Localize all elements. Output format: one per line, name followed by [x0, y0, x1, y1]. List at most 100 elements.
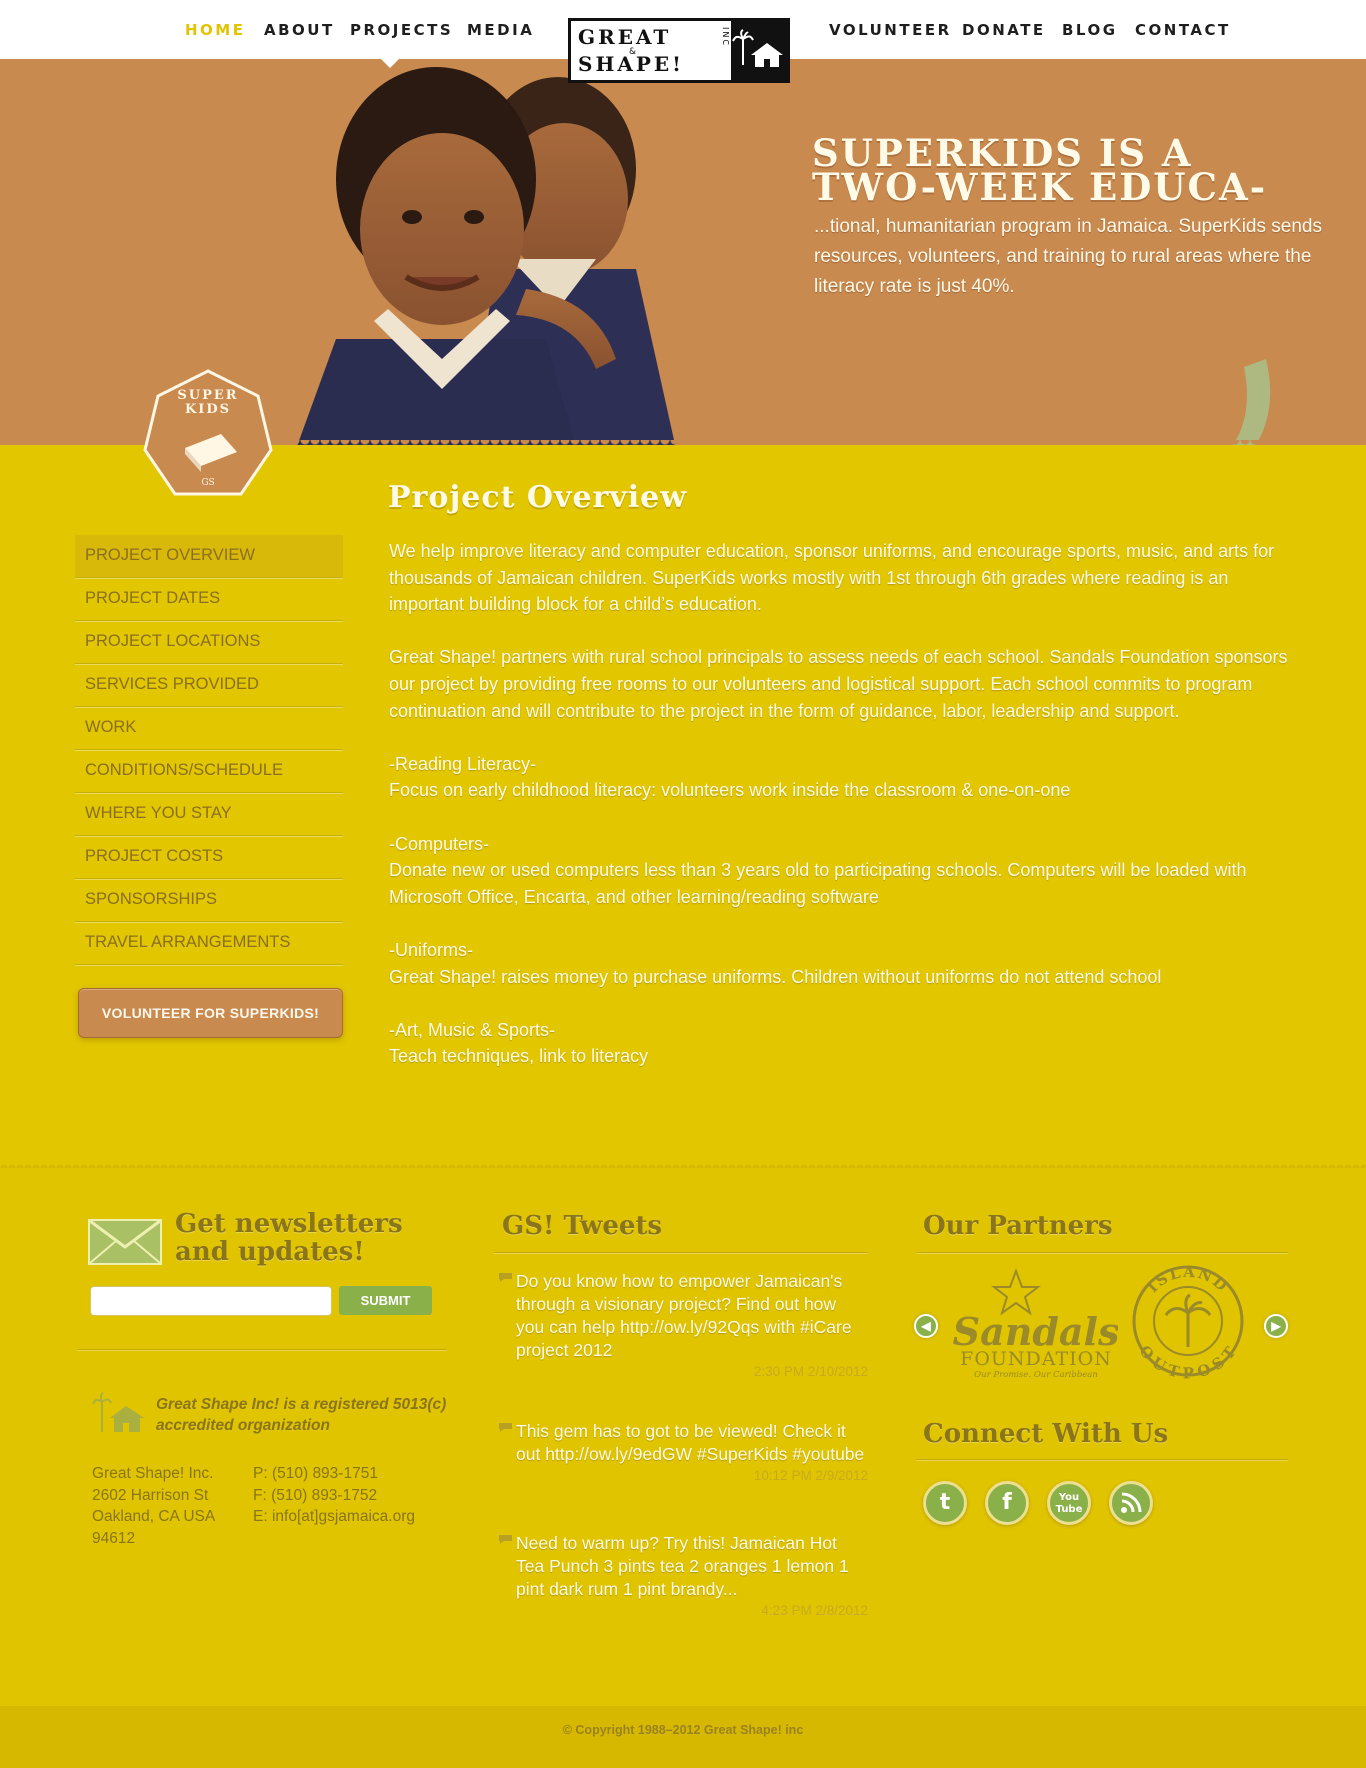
svg-text:ISLAND: ISLAND — [1143, 1263, 1232, 1296]
tweet-text[interactable]: Need to warm up? Try this! Jamaican Hot … — [516, 1532, 868, 1601]
sidebar-item-work[interactable]: WORK — [75, 707, 343, 750]
speech-bubble-icon — [499, 1273, 512, 1282]
rss-glyph — [1121, 1492, 1142, 1513]
footer-separator — [0, 1160, 1366, 1168]
sidebar-item-where-you-stay[interactable]: WHERE YOU STAY — [75, 793, 343, 836]
newsletter-title-line-1: Get newsletters — [175, 1209, 403, 1239]
logo-word-great: GREAT — [578, 25, 672, 49]
address-line: 94612 — [92, 1529, 136, 1547]
badge-line-1: SUPER — [177, 388, 239, 403]
nav-home[interactable]: HOME — [185, 21, 245, 39]
page-title: Project Overview — [388, 480, 688, 515]
registered-org-note: Great Shape Inc! is a registered 5013(c)… — [156, 1396, 447, 1434]
tweets-title: GS! Tweets — [502, 1211, 663, 1241]
tweet-text[interactable]: This gem has to got to be viewed! Check … — [516, 1420, 868, 1466]
svg-text:GS: GS — [201, 478, 214, 488]
newsletter-divider — [77, 1349, 447, 1350]
newsletter-submit-button[interactable]: SUBMIT — [339, 1286, 432, 1315]
contact-numbers: P: (510) 893-1751 F: (510) 893-1752 E: i… — [253, 1463, 415, 1528]
site-logo[interactable]: GREAT & SHAPE! INC — [568, 18, 790, 83]
hero-title-line-2: TWO-WEEK EDUCA- — [812, 165, 1268, 209]
connect-divider — [916, 1459, 1288, 1460]
tweet-item: Need to warm up? Try this! Jamaican Hot … — [499, 1532, 868, 1618]
superkids-badge: GS SUPER KIDS — [141, 368, 275, 502]
hero-text: ...tional, humanitarian program in Jamai… — [814, 216, 1322, 297]
address-line: Great Shape! Inc. — [92, 1465, 214, 1482]
section-heading: -Computers- — [389, 833, 490, 854]
house-palm-icon — [732, 29, 783, 67]
tweet-timestamp: 10:12 PM 2/9/2012 — [753, 1468, 868, 1483]
tweet-timestamp: 4:23 PM 2/8/2012 — [761, 1603, 868, 1618]
children-photo — [297, 67, 676, 445]
sidebar-item-services-provided[interactable]: SERVICES PROVIDED — [75, 664, 343, 707]
sidebar-item-project-costs[interactable]: PROJECT COSTS — [75, 836, 343, 879]
sidebar-item-project-dates[interactable]: PROJECT DATES — [75, 578, 343, 621]
speech-bubble-icon — [499, 1423, 512, 1432]
palm-tree-icon — [1164, 1293, 1212, 1347]
phone-number: P: (510) 893-1751 — [253, 1465, 378, 1482]
youtube-icon[interactable]: You Tube — [1047, 1481, 1091, 1525]
section-text: Great Shape! raises money to purchase un… — [389, 966, 1162, 987]
section-heading: -Reading Literacy- — [389, 753, 537, 774]
logo-word-shape: SHAPE! — [578, 52, 684, 76]
email-address[interactable]: E: info[at]gsjamaica.org — [253, 1506, 415, 1528]
section-reading-literacy: -Reading Literacy- Focus on early childh… — [389, 751, 1289, 804]
main-content: We help improve literacy and computer ed… — [389, 538, 1289, 1096]
tweet-timestamp: 2:30 PM 2/10/2012 — [753, 1364, 868, 1379]
sandals-foundation-logo[interactable]: Sandals FOUNDATION Our Promise. Our Cari… — [952, 1265, 1118, 1380]
twitter-icon[interactable]: t — [923, 1481, 967, 1525]
overview-paragraph-2: Great Shape! partners with rural school … — [389, 647, 1288, 721]
nav-media[interactable]: MEDIA — [467, 21, 534, 39]
svg-text:Our Promise. Our Caribbean: Our Promise. Our Caribbean — [974, 1370, 1098, 1380]
connect-title: Connect With Us — [923, 1419, 1169, 1449]
sidebar-item-project-overview[interactable]: PROJECT OVERVIEW — [75, 535, 343, 578]
section-art-music-sports: -Art, Music & Sports- Teach techniques, … — [389, 1017, 1289, 1070]
svg-text:FOUNDATION: FOUNDATION — [960, 1348, 1112, 1370]
logo-inc: INC — [721, 27, 730, 47]
envelope-icon — [88, 1219, 162, 1265]
copyright-bar — [0, 1706, 1366, 1768]
tweet-text[interactable]: Do you know how to empower Jamaican's th… — [516, 1270, 868, 1362]
speech-bubble-icon — [499, 1535, 512, 1544]
nav-active-pointer — [380, 58, 400, 68]
partners-prev-button[interactable]: ◀ — [914, 1314, 938, 1338]
copyright-text: © Copyright 1988–2012 Great Shape! inc — [562, 1723, 804, 1737]
nav-donate[interactable]: DONATE — [962, 21, 1046, 39]
sidebar-item-sponsorships[interactable]: SPONSORSHIPS — [75, 879, 343, 922]
tweet-item: Do you know how to empower Jamaican's th… — [499, 1270, 868, 1379]
section-text: Donate new or used computers less than 3… — [389, 860, 1247, 907]
nav-about[interactable]: ABOUT — [264, 21, 335, 39]
volunteer-button[interactable]: VOLUNTEER FOR SUPERKIDS! — [78, 988, 343, 1038]
overview-paragraph-1: We help improve literacy and computer ed… — [389, 541, 1275, 615]
fax-number: F: (510) 893-1752 — [253, 1486, 378, 1504]
sidebar-item-travel-arrangements[interactable]: TRAVEL ARRANGEMENTS — [75, 922, 343, 965]
house-palm-icon — [92, 1392, 144, 1432]
section-computers: -Computers- Donate new or used computers… — [389, 831, 1289, 911]
postal-address: Great Shape! Inc. 2602 Harrison St Oakla… — [92, 1463, 215, 1549]
section-heading: -Uniforms- — [389, 939, 473, 960]
nav-volunteer[interactable]: VOLUNTEER — [829, 21, 952, 39]
nav-contact[interactable]: CONTACT — [1135, 21, 1231, 39]
nav-projects[interactable]: PROJECTS — [350, 21, 453, 39]
nav-blog[interactable]: BLOG — [1062, 21, 1118, 39]
sidebar-item-conditions-schedule[interactable]: CONDITIONS/SCHEDULE — [75, 750, 343, 793]
partners-title: Our Partners — [923, 1211, 1113, 1241]
logo-house-panel — [731, 21, 787, 80]
hero-title: SUPERKIDS IS A TWO-WEEK EDUCA- — [812, 135, 1332, 209]
rss-icon[interactable] — [1109, 1481, 1153, 1525]
sidebar-nav: PROJECT OVERVIEW PROJECT DATES PROJECT L… — [75, 535, 343, 965]
badge-line-2: KIDS — [184, 402, 232, 417]
address-line: Oakland, CA USA — [92, 1508, 216, 1525]
section-text: Focus on early childhood literacy: volun… — [389, 780, 1071, 801]
tweets-divider — [494, 1252, 868, 1253]
facebook-icon[interactable]: f — [985, 1481, 1029, 1525]
address-line: 2602 Harrison St — [92, 1486, 209, 1504]
newsletter-email-input[interactable] — [90, 1286, 332, 1316]
newsletter-title-line-2: and updates! — [175, 1237, 365, 1267]
starfish-icon — [991, 1268, 1041, 1316]
section-heading: -Art, Music & Sports- — [389, 1019, 556, 1040]
island-outpost-logo[interactable]: ISLAND OUTPOST — [1130, 1263, 1246, 1379]
partners-next-button[interactable]: ▶ — [1264, 1314, 1288, 1338]
sidebar-item-project-locations[interactable]: PROJECT LOCATIONS — [75, 621, 343, 664]
newsletter-title: Get newsletters and updates! — [175, 1210, 465, 1266]
